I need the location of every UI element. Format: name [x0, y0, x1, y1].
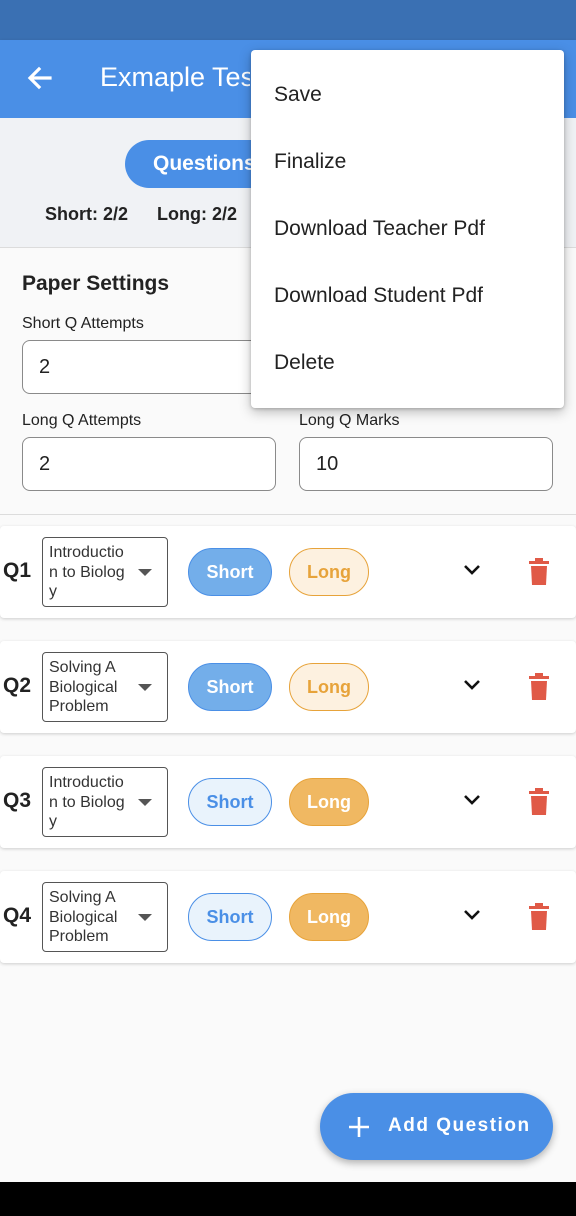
chevron-down-icon[interactable] — [460, 788, 484, 812]
long-toggle[interactable]: Long — [289, 778, 369, 826]
trash-icon[interactable] — [527, 903, 551, 931]
topic-dropdown[interactable]: Introduction to Biology — [42, 767, 168, 837]
add-question-label: Add Question — [388, 1115, 531, 1136]
long-attempts-label: Long Q Attempts — [22, 412, 142, 429]
long-count: Long: 2/2 — [157, 204, 237, 224]
long-toggle[interactable]: Long — [289, 663, 369, 711]
paper-settings-title: Paper Settings — [22, 272, 170, 295]
back-button[interactable] — [22, 60, 58, 96]
dropdown-arrow-icon — [138, 569, 152, 576]
trash-icon[interactable] — [527, 673, 551, 701]
chevron-down-icon[interactable] — [460, 673, 484, 697]
plus-icon — [349, 1117, 369, 1137]
chevron-down-icon[interactable] — [460, 903, 484, 927]
question-card: Q1 Introduction to Biology Short Long — [0, 526, 576, 618]
long-marks-label: Long Q Marks — [299, 412, 400, 429]
menu-item-download-teacher-pdf[interactable]: Download Teacher Pdf — [251, 195, 564, 262]
divider — [0, 514, 576, 515]
overflow-menu: Save Finalize Download Teacher Pdf Downl… — [251, 50, 564, 408]
short-attempts-field[interactable]: 2 — [22, 340, 276, 394]
question-number: Q1 — [3, 559, 32, 582]
menu-item-finalize[interactable]: Finalize — [251, 128, 564, 195]
short-toggle[interactable]: Short — [188, 778, 272, 826]
long-attempts-field[interactable]: 2 — [22, 437, 276, 491]
question-number: Q4 — [3, 904, 32, 927]
question-card: Q4 Solving A Biological Problem Short Lo… — [0, 871, 576, 963]
topic-value: Solving A Biological Problem — [49, 889, 118, 945]
page-title: Exmaple Test — [100, 62, 250, 92]
menu-item-download-student-pdf[interactable]: Download Student Pdf — [251, 262, 564, 329]
short-toggle[interactable]: Short — [188, 548, 272, 596]
system-nav-bar — [0, 1182, 576, 1216]
question-card: Q2 Solving A Biological Problem Short Lo… — [0, 641, 576, 733]
arrow-back-icon — [27, 66, 52, 90]
add-question-button[interactable]: Add Question — [320, 1093, 553, 1160]
short-count: Short: 2/2 — [45, 204, 129, 224]
dropdown-arrow-icon — [138, 684, 152, 691]
trash-icon[interactable] — [527, 558, 551, 586]
topic-value: Solving A Biological Problem — [49, 659, 118, 715]
long-toggle[interactable]: Long — [289, 893, 369, 941]
question-number: Q2 — [3, 674, 32, 697]
menu-item-save[interactable]: Save — [251, 61, 564, 128]
status-bar — [0, 0, 576, 40]
long-toggle[interactable]: Long — [289, 548, 369, 596]
short-toggle[interactable]: Short — [188, 893, 272, 941]
chevron-down-icon[interactable] — [460, 558, 484, 582]
question-card: Q3 Introduction to Biology Short Long — [0, 756, 576, 848]
short-toggle[interactable]: Short — [188, 663, 272, 711]
question-number: Q3 — [3, 789, 32, 812]
short-attempts-label: Short Q Attempts — [22, 315, 144, 332]
long-marks-field[interactable]: 10 — [299, 437, 553, 491]
topic-dropdown[interactable]: Solving A Biological Problem — [42, 882, 168, 952]
topic-dropdown[interactable]: Solving A Biological Problem — [42, 652, 168, 722]
trash-icon[interactable] — [527, 788, 551, 816]
topic-value: Introduction to Biology — [49, 774, 125, 830]
topic-dropdown[interactable]: Introduction to Biology — [42, 537, 168, 607]
topic-value: Introduction to Biology — [49, 544, 125, 600]
dropdown-arrow-icon — [138, 914, 152, 921]
menu-item-delete[interactable]: Delete — [251, 329, 564, 396]
dropdown-arrow-icon — [138, 799, 152, 806]
